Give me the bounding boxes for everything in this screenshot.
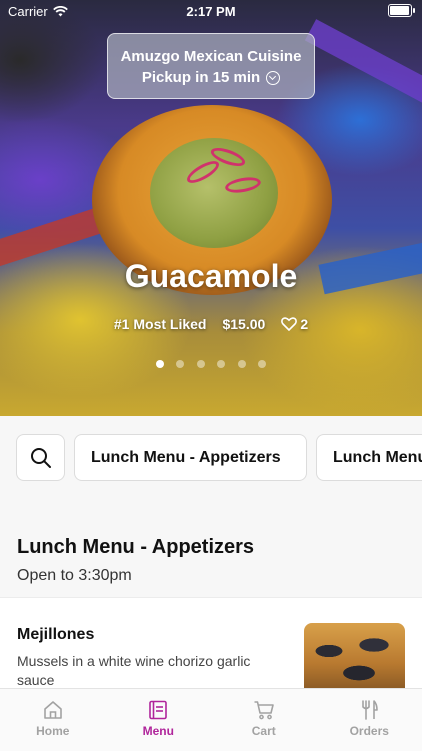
carousel-dot[interactable] (238, 360, 246, 368)
carousel-dot[interactable] (217, 360, 225, 368)
featured-price: $15.00 (222, 316, 265, 332)
carousel-dot[interactable] (176, 360, 184, 368)
tab-bar: Home Menu Cart Orders (0, 688, 422, 751)
heart-icon (281, 317, 297, 331)
category-chip-appetizers[interactable]: Lunch Menu - Appetizers (74, 434, 307, 481)
battery-icon (388, 4, 412, 17)
status-bar: Carrier 2:17 PM (0, 0, 422, 22)
menu-item-name: Mejillones (17, 626, 94, 644)
cart-icon (253, 699, 275, 721)
carousel-dots[interactable] (0, 355, 422, 373)
carousel-dot[interactable] (156, 360, 164, 368)
store-name: Amuzgo Mexican Cuisine (108, 47, 314, 67)
likes-count[interactable]: 2 (281, 316, 308, 332)
featured-item-title: Guacamole (0, 258, 422, 295)
hero-banner[interactable]: Amuzgo Mexican Cuisine Pickup in 15 min … (0, 0, 422, 416)
category-bar: Lunch Menu - Appetizers Lunch Menu (0, 416, 422, 500)
section-hours: Open to 3:30pm (17, 567, 132, 585)
tab-cart[interactable]: Cart (211, 689, 317, 751)
menu-item-photo (304, 623, 405, 690)
search-icon (30, 447, 52, 469)
category-chip-lunch-menu[interactable]: Lunch Menu (316, 434, 422, 481)
tab-menu[interactable]: Menu (106, 689, 212, 751)
tab-orders[interactable]: Orders (317, 689, 422, 751)
menu-item-description: Mussels in a white wine chorizo garlic s… (17, 652, 287, 690)
carousel-dot[interactable] (197, 360, 205, 368)
menu-book-icon (147, 699, 169, 721)
clock: 2:17 PM (0, 4, 422, 19)
carousel-dot[interactable] (258, 360, 266, 368)
search-button[interactable] (16, 434, 65, 481)
chevron-down-circle-icon (266, 71, 280, 85)
home-icon (42, 699, 64, 721)
pickup-time: Pickup in 15 min (142, 67, 260, 89)
featured-item-meta: #1 Most Liked $15.00 2 (0, 316, 422, 332)
most-liked-badge: #1 Most Liked (114, 316, 207, 332)
tab-home[interactable]: Home (0, 689, 106, 751)
section-title: Lunch Menu - Appetizers (17, 536, 254, 559)
store-selector[interactable]: Amuzgo Mexican Cuisine Pickup in 15 min (107, 33, 315, 99)
menu-item-card[interactable]: Mejillones Mussels in a white wine chori… (0, 597, 422, 690)
utensils-icon (358, 699, 380, 721)
